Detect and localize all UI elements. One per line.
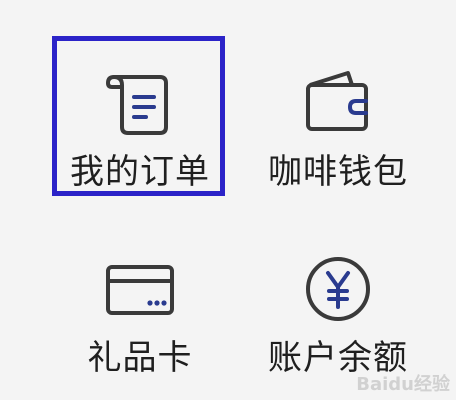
menu-grid: 我的订单 咖啡钱包 礼品卡 账户余额 Baidu经验 [0,0,456,400]
my-orders-label: 我的订单 [70,152,210,192]
watermark: Baidu经验 [356,374,450,395]
coffee-wallet-label: 咖啡钱包 [268,152,408,192]
gift-card-button[interactable]: 礼品卡 [52,222,228,386]
coffee-wallet-button[interactable]: 咖啡钱包 [250,36,426,200]
my-orders-button[interactable]: 我的订单 [52,36,228,200]
card-icon [95,244,185,334]
yen-coin-icon [293,244,383,334]
wallet-icon [293,58,383,148]
account-balance-button[interactable]: 账户余额 [250,222,426,386]
receipt-icon [95,58,185,148]
gift-card-label: 礼品卡 [87,338,193,378]
